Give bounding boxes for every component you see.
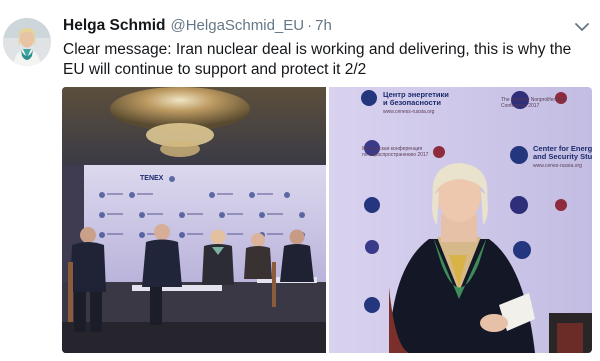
- media-photo-speaker[interactable]: Центр энергетики и безопасности www.cene…: [329, 87, 592, 353]
- tweet-media: TENEX Центр энергетики и безопасности ww…: [62, 87, 592, 353]
- banner-cess-url: www.cenes-russia.org: [533, 163, 582, 169]
- separator-dot: ·: [307, 17, 313, 34]
- tweet-card[interactable]: Helga Schmid @HelgaSchmid_EU · 7h Clear …: [0, 0, 600, 361]
- tweet-text: Clear message: Iran nuclear deal is work…: [63, 41, 572, 78]
- banner-mnc-line2: Conference 2017: [501, 103, 540, 109]
- media-photo-panel[interactable]: TENEX: [62, 87, 326, 353]
- profile-avatar[interactable]: [3, 18, 51, 66]
- banner-cenes-ru-line2: и безопасности: [383, 98, 441, 107]
- timestamp[interactable]: 7h: [315, 17, 332, 34]
- banner-label-tenex: TENEX: [140, 175, 164, 182]
- author-handle[interactable]: @HelgaSchmid_EU: [171, 17, 305, 34]
- banner-mk-line2: по нераспространению 2017: [362, 152, 429, 158]
- tweet-header: Helga Schmid @HelgaSchmid_EU · 7h: [63, 17, 332, 37]
- chevron-down-icon[interactable]: [574, 20, 590, 32]
- banner-cess-line2: and Security Studies: [533, 152, 592, 161]
- banner-cenes-ru-url: www.ceness-russia.org: [383, 109, 435, 115]
- author-name[interactable]: Helga Schmid: [63, 17, 166, 35]
